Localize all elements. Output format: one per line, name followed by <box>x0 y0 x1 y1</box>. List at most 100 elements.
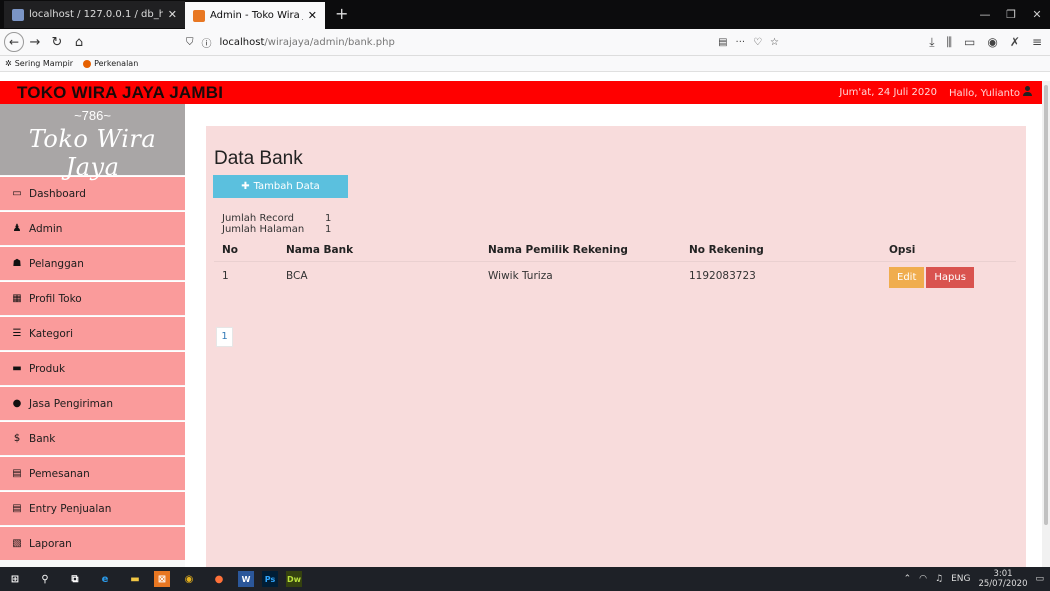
tray-chevron-icon[interactable]: ⌃ <box>904 574 912 584</box>
menu-icon[interactable]: ≡ <box>1032 35 1042 50</box>
column-header-bank: Nama Bank <box>278 240 480 262</box>
bookmark-star-icon[interactable]: ☆ <box>770 37 779 48</box>
site-header: TOKO WIRA JAYA JAMBI Jum'at, 24 Juli 202… <box>0 81 1042 104</box>
sidebar-item-pelanggan[interactable]: ☗ Pelanggan <box>0 246 185 280</box>
delete-button[interactable]: Hapus <box>926 267 974 288</box>
close-window-icon[interactable]: ✕ <box>1024 8 1050 21</box>
user-menu[interactable]: Hallo, Yulianto <box>949 86 1032 99</box>
close-icon[interactable]: ✕ <box>308 9 317 22</box>
add-data-button[interactable]: ✚ Tambah Data <box>213 175 348 198</box>
account-icon[interactable]: ◉ <box>987 35 997 50</box>
xampp-icon[interactable]: ⊠ <box>154 571 170 587</box>
sidebar-item-produk[interactable]: ▬ Produk <box>0 351 185 385</box>
site-brand[interactable]: TOKO WIRA JAYA JAMBI <box>0 83 223 103</box>
sidebar-item-admin[interactable]: ♟ Admin <box>0 211 185 245</box>
plus-icon: ✚ <box>241 181 250 192</box>
sidebar-item-dashboard[interactable]: ▭ Dashboard <box>0 176 185 210</box>
header-date: Jum'at, 24 Juli 2020 <box>839 87 937 98</box>
url-path: /wirajaya/admin/bank.php <box>264 37 395 48</box>
sidebar-icon[interactable]: ▭ <box>964 35 975 50</box>
page-scrollbar[interactable] <box>1042 81 1050 567</box>
sidebar-item-pemesanan[interactable]: ▤ Pemesanan <box>0 456 185 490</box>
edit-button[interactable]: Edit <box>889 267 925 288</box>
url-bar[interactable]: ⛉ ⓘ localhost/wirajaya/admin/bank.php ▤ … <box>180 32 785 53</box>
clock[interactable]: 3:01 25/07/2020 <box>978 569 1027 589</box>
restore-icon[interactable]: ❐ <box>998 8 1024 21</box>
back-icon[interactable]: ← <box>4 32 24 52</box>
phpmyadmin-icon <box>12 8 24 21</box>
greeting-text: Hallo, Yulianto <box>948 88 1020 99</box>
dollar-icon: $ <box>13 433 21 444</box>
word-icon[interactable]: W <box>238 571 254 587</box>
chrome-icon[interactable]: ◉ <box>178 571 200 587</box>
volume-icon[interactable]: ♫ <box>935 574 943 584</box>
sidebar-item-profil-toko[interactable]: ▦ Profil Toko <box>0 281 185 315</box>
column-header-options: Opsi <box>881 240 1016 262</box>
sidebar-item-bank[interactable]: $ Bank <box>0 421 185 455</box>
url-host: localhost <box>219 37 265 48</box>
sidebar-item-entry-penjualan[interactable]: ▤ Entry Penjualan <box>0 491 185 525</box>
map-marker-icon: ● <box>12 398 22 409</box>
new-tab-button[interactable]: + <box>325 2 358 29</box>
bookmark-sering-mampir[interactable]: ✲ Sering Mampir <box>5 59 73 68</box>
shield-icon[interactable]: ⛉ <box>186 37 194 48</box>
sidebar-item-label: Dashboard <box>29 187 86 200</box>
sidebar-item-jasa-pengiriman[interactable]: ● Jasa Pengiriman <box>0 386 185 420</box>
scrollbar-thumb[interactable] <box>1044 85 1048 525</box>
clock-time: 3:01 <box>993 569 1013 579</box>
language-indicator[interactable]: ENG <box>951 574 970 584</box>
sidebar-item-label: Bank <box>29 432 56 445</box>
gear-icon: ✲ <box>5 59 12 68</box>
users-icon: ☗ <box>12 258 22 269</box>
network-icon[interactable]: ◠ <box>919 574 927 584</box>
close-icon[interactable]: ✕ <box>168 8 177 21</box>
page-count-label: Jumlah Halaman <box>222 224 305 235</box>
extension-icon[interactable]: ✗ <box>1010 35 1020 50</box>
bookmarks-bar: ✲ Sering Mampir Perkenalan <box>0 56 1050 72</box>
library-icon[interactable]: ⫼ <box>947 35 953 50</box>
notification-icon[interactable]: ▭ <box>1035 574 1044 584</box>
browser-tab-bar: localhost / 127.0.0.1 / db_hamb ✕ Admin … <box>0 0 1050 29</box>
download-icon[interactable]: ⤓ <box>929 35 934 50</box>
sidebar-item-label: Profil Toko <box>29 292 82 305</box>
browser-tab-phpmyadmin[interactable]: localhost / 127.0.0.1 / db_hamb ✕ <box>4 1 185 28</box>
cell-options: Edit Hapus <box>881 262 1016 295</box>
cell-account: 1192083723 <box>689 270 756 282</box>
sidebar-item-kategori[interactable]: ☰ Kategori <box>0 316 185 350</box>
info-icon[interactable]: ⓘ <box>202 35 212 50</box>
card-icon: ▤ <box>12 503 22 514</box>
cell-owner: Wiwik Turiza <box>488 270 553 282</box>
home-icon[interactable]: ⌂ <box>68 35 90 50</box>
dreamweaver-icon[interactable]: Dw <box>286 571 302 587</box>
user-icon <box>1023 86 1032 96</box>
photoshop-icon[interactable]: Ps <box>262 571 278 587</box>
more-icon[interactable]: ··· <box>736 37 746 48</box>
forward-icon[interactable]: → <box>24 35 46 50</box>
card-icon: ▤ <box>12 468 22 479</box>
reader-icon[interactable]: ▤ <box>718 37 727 48</box>
sidebar: ~786~ Toko Wira Jaya ▭ Dashboard ♟ Admin ☗… <box>0 104 185 567</box>
edge-icon[interactable]: e <box>94 571 116 587</box>
sidebar-item-label: Pelanggan <box>29 257 84 270</box>
record-summary: Jumlah Record 1 Jumlah Halaman 1 <box>222 213 331 235</box>
firefox-icon[interactable]: ● <box>208 571 230 587</box>
reload-icon[interactable]: ↻ <box>46 35 68 50</box>
monitor-icon: ▭ <box>12 188 22 199</box>
sidebar-item-label: Admin <box>29 222 63 235</box>
cell-no: 1 <box>222 270 229 282</box>
sidebar-item-laporan[interactable]: ▧ Laporan <box>0 526 185 560</box>
search-icon[interactable]: ⚲ <box>34 571 56 587</box>
file-explorer-icon[interactable]: ▬ <box>124 571 146 587</box>
pagination-page-1[interactable]: 1 <box>216 327 233 347</box>
logo-top: ~786~ <box>74 108 111 123</box>
bookmark-perkenalan[interactable]: Perkenalan <box>83 59 138 68</box>
browser-tab-admin[interactable]: Admin - Toko Wira Jaya Jambi ✕ <box>185 2 325 29</box>
task-view-icon[interactable]: ⧉ <box>64 571 86 587</box>
taskbar: ⊞ ⚲ ⧉ e ▬ ⊠ ◉ ● W Ps Dw ⌃ ◠ ♫ ENG 3:01 2… <box>0 567 1050 591</box>
minimize-icon[interactable]: — <box>972 8 998 21</box>
sidebar-item-label: Produk <box>29 362 66 375</box>
pocket-icon[interactable]: ♡ <box>753 37 762 48</box>
windows-start-icon[interactable]: ⊞ <box>4 571 26 587</box>
sidebar-item-label: Kategori <box>29 327 74 340</box>
list-icon: ☰ <box>12 328 22 339</box>
